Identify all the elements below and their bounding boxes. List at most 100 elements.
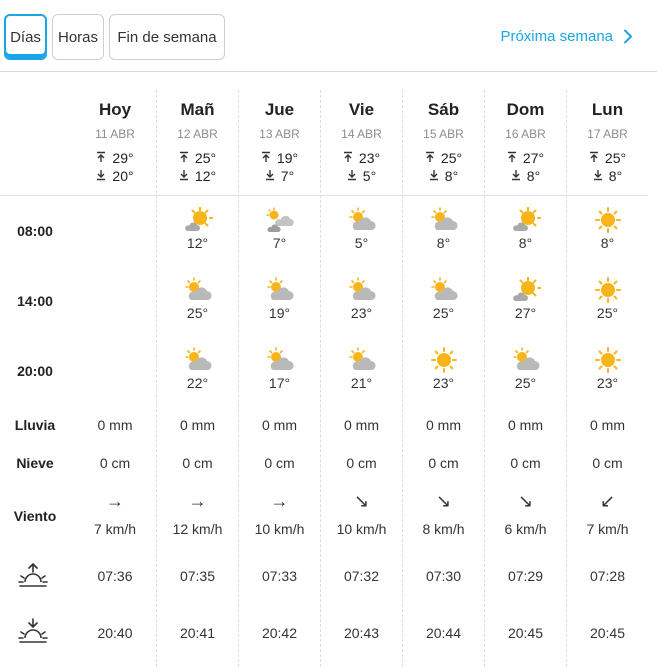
wind-speed: 7 km/h xyxy=(586,521,629,537)
arrow-up-icon xyxy=(343,151,352,162)
wind-speed: 12 km/h xyxy=(172,521,223,537)
cloud-sun-icon xyxy=(348,347,376,370)
row-label-nieve: Nieve xyxy=(16,455,54,471)
next-week-label: Próxima semana xyxy=(500,28,613,45)
arrow-up-icon xyxy=(261,151,270,162)
day-column: Sáb 15 ABR 25° 8° 8° 25° 23° 0 mm 0 cm ↘ 8 km/h 07:… xyxy=(402,90,484,667)
day-name: Sáb xyxy=(427,100,460,119)
hour-forecast: 25° xyxy=(567,277,648,321)
temp-min-value: 5° xyxy=(362,168,377,184)
rain-value: 0 mm xyxy=(97,417,133,433)
sunset-time: 20:44 xyxy=(425,625,462,641)
wind-speed: 6 km/h xyxy=(504,521,547,537)
snow-value: 0 cm xyxy=(346,455,377,471)
hour-temp: 23° xyxy=(596,375,619,391)
temp-min-value: 12° xyxy=(194,168,217,184)
sunrise-icon xyxy=(18,563,48,587)
temp-max-value: 23° xyxy=(358,150,381,166)
wind-direction-arrow: ↙ xyxy=(599,491,616,511)
cloud-sun-icon xyxy=(348,277,376,300)
sunrise-time: 07:30 xyxy=(425,568,462,584)
rain-value: 0 mm xyxy=(590,417,625,433)
sunset-time: 20:43 xyxy=(343,625,380,641)
rain-value: 0 mm xyxy=(180,417,215,433)
sunrise-time: 07:28 xyxy=(589,568,626,584)
wind-direction-arrow: → xyxy=(106,491,124,511)
sunrise-time: 07:33 xyxy=(261,568,298,584)
hour-temp: 25° xyxy=(514,375,537,391)
temp-min: 20° xyxy=(74,168,156,184)
hour-forecast: 19° xyxy=(239,277,320,321)
hour-temp: 17° xyxy=(268,375,291,391)
hour-temp: 12° xyxy=(186,235,209,251)
temp-min-value: 8° xyxy=(444,168,459,184)
temp-max-value: 29° xyxy=(112,150,134,166)
sun-icon xyxy=(594,347,621,373)
hour-temp: 8° xyxy=(436,235,451,251)
temp-min: 8° xyxy=(403,168,484,184)
temp-min: 8° xyxy=(485,168,566,184)
hour-forecast: 8° xyxy=(485,207,566,251)
sun-small-cloud-icon xyxy=(512,207,541,231)
wind-speed: 7 km/h xyxy=(93,521,136,537)
sunset-time: 20:45 xyxy=(507,625,544,641)
hour-forecast: 17° xyxy=(239,347,320,391)
temp-max: 25° xyxy=(567,150,648,166)
hour-temp: 5° xyxy=(354,235,369,251)
temp-min-value: 7° xyxy=(280,168,295,184)
cloud-sun-icon xyxy=(348,207,376,230)
wind-direction-arrow: ↘ xyxy=(353,491,370,511)
temp-max: 19° xyxy=(239,150,320,166)
temp-max: 25° xyxy=(403,150,484,166)
row-label-lluvia: Lluvia xyxy=(14,417,56,433)
temp-max-value: 25° xyxy=(604,150,627,166)
hour-temp: 25° xyxy=(186,305,209,321)
sunrise-time: 07:35 xyxy=(179,568,216,584)
sun-small-cloud-icon xyxy=(184,207,213,231)
day-name: Jue xyxy=(264,100,295,119)
tab-dias[interactable]: Días xyxy=(4,14,47,60)
rain-value: 0 mm xyxy=(508,417,543,433)
tab-horas[interactable]: Horas xyxy=(52,14,104,60)
day-date: 11 ABR xyxy=(95,127,135,141)
hour-forecast: 8° xyxy=(567,207,648,251)
snow-value: 0 cm xyxy=(510,455,541,471)
hour-forecast: 25° xyxy=(485,347,566,391)
snow-value: 0 cm xyxy=(182,455,213,471)
arrow-down-icon xyxy=(347,170,356,181)
temp-min-value: 20° xyxy=(112,168,134,184)
rain-value: 0 mm xyxy=(262,417,297,433)
day-column: Jue 13 ABR 19° 7° 7° 19° 17° 0 mm 0 cm → 10 km/h 07… xyxy=(238,90,320,667)
sun-icon xyxy=(594,207,621,233)
day-date: 14 ABR xyxy=(341,127,382,141)
hour-temp: 8° xyxy=(600,235,615,251)
hour-temp: 22° xyxy=(186,375,209,391)
hour-forecast: 27° xyxy=(485,277,566,321)
hour-forecast: 5° xyxy=(321,207,402,251)
arrow-down-icon xyxy=(511,170,520,181)
arrow-up-icon xyxy=(589,151,598,162)
hour-temp: 21° xyxy=(350,375,373,391)
arrow-up-icon xyxy=(97,151,106,162)
temp-min: 12° xyxy=(157,168,238,184)
sunset-time: 20:45 xyxy=(589,625,626,641)
row-label-2000: 20:00 xyxy=(17,363,53,379)
cloud-sun-icon xyxy=(184,277,212,300)
sunset-time: 20:41 xyxy=(179,625,216,641)
hour-forecast: 7° xyxy=(239,207,320,251)
hour-forecast: 22° xyxy=(157,347,238,391)
next-week-link[interactable]: Próxima semana xyxy=(500,28,633,45)
hour-temp: 27° xyxy=(514,305,537,321)
arrow-up-icon xyxy=(179,151,188,162)
cloud-sun-icon xyxy=(266,347,294,370)
arrow-up-icon xyxy=(425,151,434,162)
arrow-up-icon xyxy=(507,151,516,162)
arrow-down-icon xyxy=(265,170,274,181)
day-column: Mañ 12 ABR 25° 12° 12° 25° 22° 0 mm 0 cm → 12 km/h… xyxy=(156,90,238,667)
cloud-sun-icon xyxy=(512,347,540,370)
row-label-viento: Viento xyxy=(13,508,57,524)
temp-max-value: 19° xyxy=(276,150,299,166)
tab-fin-de-semana[interactable]: Fin de semana xyxy=(109,14,225,60)
sun-small-cloud-icon xyxy=(512,277,541,301)
wind-direction-arrow: → xyxy=(188,491,207,511)
